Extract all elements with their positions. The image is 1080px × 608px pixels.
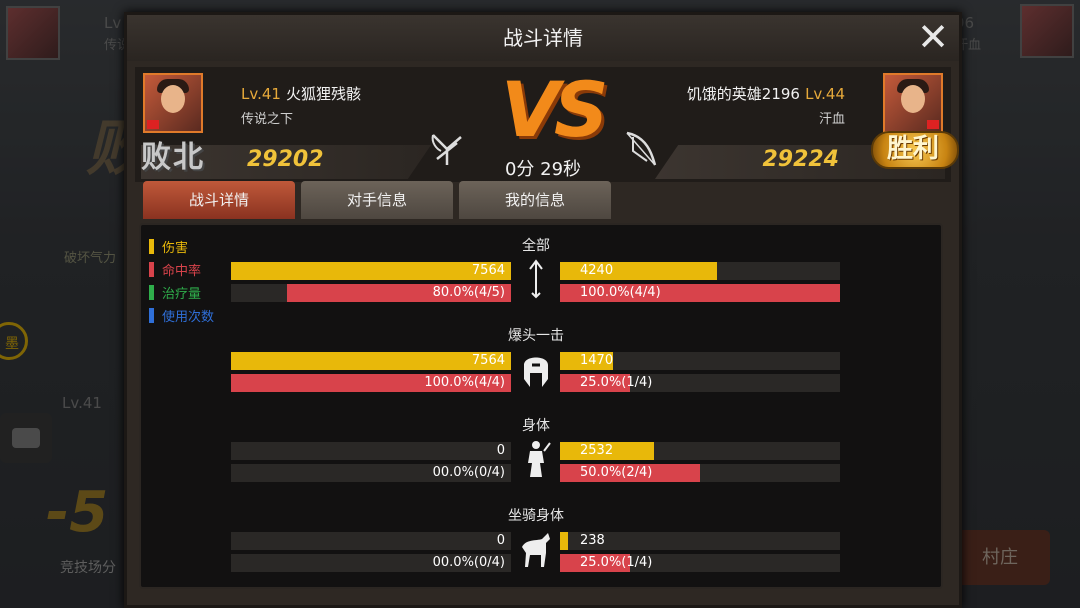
section-title: 坐骑身体	[508, 508, 564, 524]
legend-label: 治疗量	[162, 287, 202, 302]
body-icon	[518, 439, 554, 479]
left-stat-row: 7564	[231, 262, 511, 280]
tab-opponent-info[interactable]: 对手信息	[301, 181, 453, 219]
left-stat-row: 7564	[231, 352, 511, 370]
stat-bar	[231, 352, 511, 370]
china-flag-icon	[147, 120, 159, 129]
right-player-avatar[interactable]	[883, 73, 943, 133]
stat-value: 00.0%(0/4)	[432, 465, 505, 480]
right-player-guild: 汗血	[818, 112, 845, 127]
crossbow-icon	[431, 134, 462, 165]
legend-item: 治疗量	[149, 281, 214, 304]
left-player-avatar[interactable]	[143, 73, 203, 133]
left-stat-row: 100.0%(4/4)	[231, 374, 511, 392]
stat-value: 25.0%(1/4)	[580, 555, 653, 570]
stat-value: 00.0%(0/4)	[432, 555, 505, 570]
stat-value: 0	[496, 443, 505, 458]
legend-swatch	[149, 285, 154, 300]
section-title: 爆头一击	[508, 328, 564, 344]
legend-label: 命中率	[162, 264, 202, 279]
right-player-name: 饥饿的英雄2196	[686, 85, 800, 103]
right-stat-row: 100.0%(4/4)	[560, 284, 840, 302]
right-player-info: 饥饿的英雄2196 Lv.44 汗血	[687, 83, 845, 127]
right-player-level: Lv.44	[805, 85, 845, 103]
stat-value: 100.0%(4/4)	[424, 375, 505, 390]
left-player-guild: 传说之下	[241, 112, 294, 127]
stat-value: 7564	[471, 353, 505, 368]
stat-value: 7564	[471, 263, 505, 278]
legend-swatch	[149, 308, 154, 323]
vs-logo: VS	[501, 65, 609, 154]
stat-value: 1470	[580, 353, 614, 368]
legend-item: 伤害	[149, 235, 214, 258]
right-stat-row: 1470	[560, 352, 840, 370]
stat-value: 50.0%(2/4)	[580, 465, 653, 480]
avatar-face	[161, 85, 185, 113]
tab-my-info[interactable]: 我的信息	[459, 181, 611, 219]
legend-item: 使用次数	[149, 304, 214, 327]
stat-bar	[560, 532, 569, 550]
legend: 伤害命中率治疗量使用次数	[149, 235, 214, 327]
stat-value: 4240	[580, 263, 614, 278]
section-title: 身体	[522, 418, 550, 434]
left-player-info: Lv.41 火狐狸残骸 传说之下	[241, 83, 361, 127]
arrow-icon	[518, 259, 554, 299]
battle-detail-modal: 战斗详情 ✕ Lv.41 火狐狸残骸 传说之下 败北 29202 饥饿的英雄21…	[124, 12, 962, 608]
stat-bar	[231, 262, 511, 280]
stat-value: 2532	[580, 443, 614, 458]
close-button[interactable]: ✕	[915, 18, 951, 57]
helmet-icon	[518, 349, 554, 389]
left-player-name: 火狐狸残骸	[286, 85, 362, 103]
battle-header: Lv.41 火狐狸残骸 传说之下 败北 29202 饥饿的英雄2196 Lv.4…	[135, 65, 959, 182]
stat-value: 100.0%(4/4)	[580, 285, 661, 300]
right-stat-row: 2532	[560, 442, 840, 460]
battle-time: 0分 29秒	[504, 159, 582, 180]
legend-item: 命中率	[149, 258, 214, 281]
stat-value: 80.0%(4/5)	[432, 285, 505, 300]
legend-label: 使用次数	[162, 310, 215, 325]
stat-value: 238	[580, 533, 605, 548]
left-stat-row: 80.0%(4/5)	[231, 284, 511, 302]
right-stat-row: 25.0%(1/4)	[560, 554, 840, 572]
stat-value: 25.0%(1/4)	[580, 375, 653, 390]
right-stat-row: 238	[560, 532, 840, 550]
left-stat-row: 0	[231, 442, 511, 460]
right-stat-row: 25.0%(1/4)	[560, 374, 840, 392]
left-stat-row: 00.0%(0/4)	[231, 464, 511, 482]
right-stat-row: 4240	[560, 262, 840, 280]
avatar-face	[901, 85, 925, 113]
stat-value: 0	[496, 533, 505, 548]
legend-swatch	[149, 239, 154, 254]
tab-battle-detail[interactable]: 战斗详情	[143, 181, 295, 219]
legend-swatch	[149, 262, 154, 277]
stats-panel: 伤害命中率治疗量使用次数 全部 7564 80.0%(4/5) 4240 100.0%(…	[139, 223, 943, 589]
right-stat-row: 50.0%(2/4)	[560, 464, 840, 482]
modal-title: 战斗详情	[127, 15, 959, 61]
close-icon: ✕	[917, 15, 949, 59]
left-player-level: Lv.41	[241, 85, 281, 103]
section-title: 全部	[522, 238, 550, 254]
bow-icon	[626, 131, 657, 166]
legend-label: 伤害	[162, 241, 189, 256]
left-stat-row: 0	[231, 532, 511, 550]
horse-icon	[518, 529, 554, 569]
left-stat-row: 00.0%(0/4)	[231, 554, 511, 572]
